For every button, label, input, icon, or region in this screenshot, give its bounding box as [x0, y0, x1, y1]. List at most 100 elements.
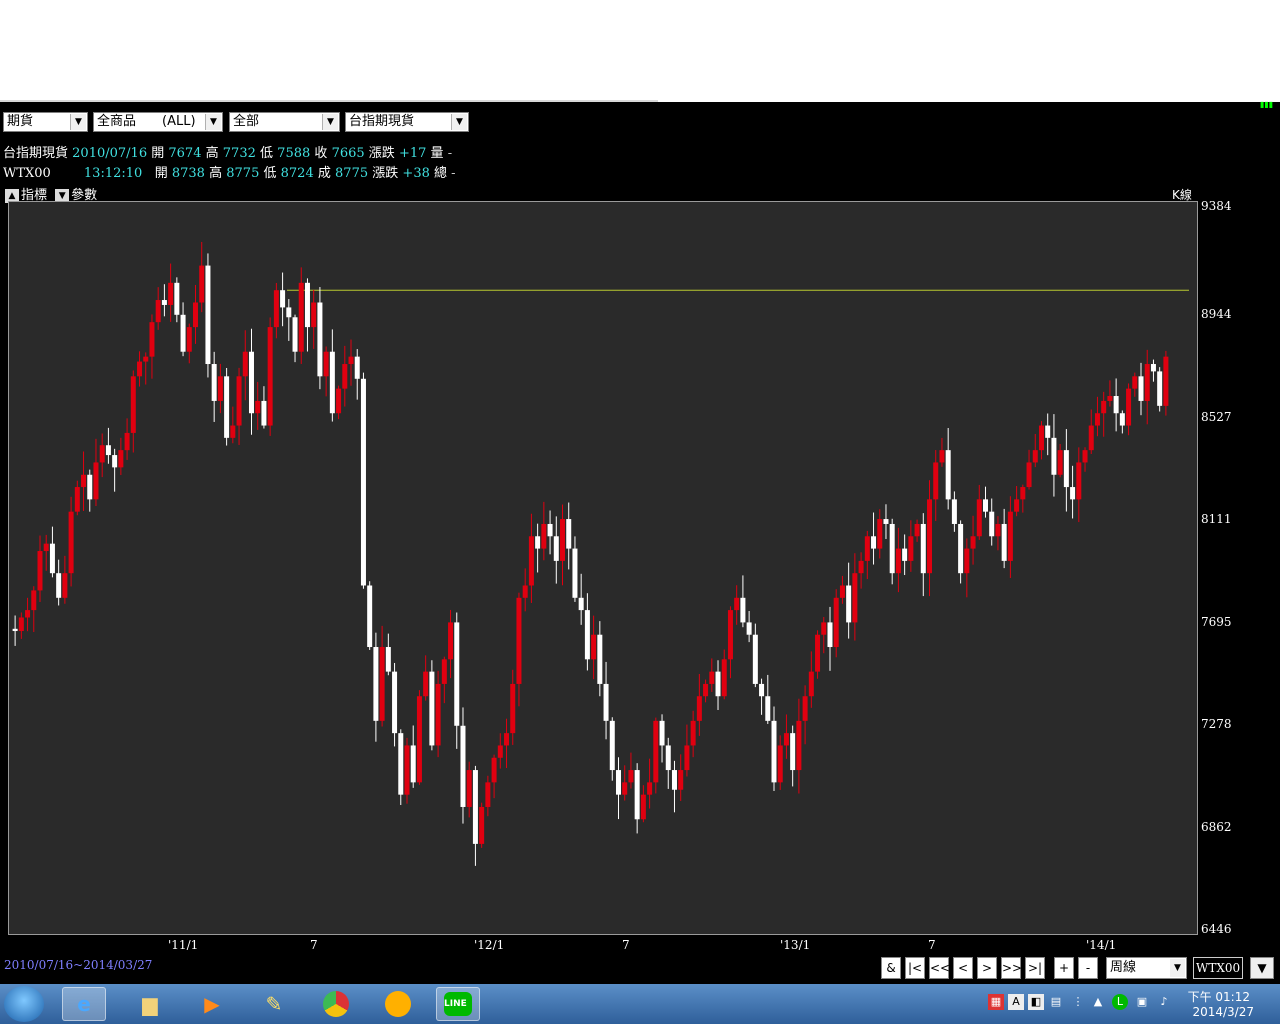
high-label: 高	[209, 166, 223, 181]
product-select[interactable]: 全商品 (ALL) ▼	[93, 112, 223, 132]
quote-name: WTX00	[3, 166, 51, 181]
start-orb-icon[interactable]	[4, 986, 44, 1022]
volume-label: 量	[430, 146, 444, 161]
ime-settings-icon[interactable]: ▤	[1048, 994, 1064, 1010]
low-value: 8724	[280, 166, 314, 181]
candlestick	[472, 765, 478, 866]
y-tick-label: 8944	[1201, 307, 1232, 322]
volume-icon[interactable]: ♪	[1156, 994, 1172, 1010]
media-player-icon[interactable]: ▶	[190, 987, 234, 1021]
clock-date[interactable]: 2014/3/27	[1192, 1005, 1254, 1019]
candlestick	[1070, 465, 1076, 519]
first-button[interactable]: |<	[905, 957, 925, 979]
candlestick	[560, 504, 566, 586]
forward-button[interactable]: >	[977, 957, 997, 979]
market-select[interactable]: 期貨 ▼	[3, 112, 88, 132]
candlestick	[43, 534, 49, 571]
and-button[interactable]: &	[881, 957, 901, 979]
fast-back-button[interactable]: <<	[929, 957, 950, 979]
candlestick	[1026, 449, 1032, 490]
y-tick-label: 8527	[1201, 409, 1232, 424]
candlestick	[995, 516, 1001, 551]
candlestick	[927, 480, 933, 597]
clock-time[interactable]: 下午 01:12	[1188, 988, 1250, 1005]
candlestick	[796, 698, 802, 794]
chart-toolstrip: ▲ 指標 ▼ 參數	[5, 184, 97, 203]
zoom-out-button[interactable]: -	[1078, 957, 1098, 979]
candlestick	[1107, 380, 1113, 407]
candlestick	[62, 555, 68, 604]
candlestick	[939, 437, 945, 467]
candlestick	[951, 491, 957, 532]
candlestick	[211, 351, 217, 422]
show-hidden-icons-icon[interactable]: ▲	[1090, 994, 1106, 1010]
zoom-in-button[interactable]: +	[1054, 957, 1074, 979]
candlestick	[871, 512, 877, 565]
candlestick	[385, 633, 391, 676]
internet-explorer-icon[interactable]: e	[62, 987, 106, 1021]
file-explorer-icon[interactable]: ▆	[128, 987, 172, 1021]
messenger-icon[interactable]	[376, 987, 420, 1021]
chrome-icon[interactable]	[314, 987, 358, 1021]
candlestick	[504, 718, 510, 768]
period-select-value: 周線	[1110, 960, 1137, 975]
dropdown-arrow-icon[interactable]: ▼	[70, 114, 86, 130]
scope-select-value: 全部	[233, 114, 260, 129]
chart-plot-area[interactable]	[8, 201, 1198, 935]
candlestick	[342, 345, 348, 407]
candlestick	[808, 651, 814, 708]
y-tick-label: 6446	[1201, 922, 1232, 936]
close-value: 8775	[335, 166, 369, 181]
candlestick	[908, 520, 914, 572]
scope-select[interactable]: 全部 ▼	[229, 112, 340, 132]
candlestick	[572, 536, 578, 602]
candlestick	[423, 655, 429, 701]
candlestick	[161, 284, 167, 317]
x-tick-label: 7	[622, 938, 630, 952]
candlestick	[448, 609, 454, 679]
dropdown-arrow-icon[interactable]: ▼	[451, 114, 467, 130]
candlestick	[1076, 447, 1082, 523]
candlestick	[653, 717, 659, 794]
candlestick	[329, 329, 335, 422]
last-button[interactable]: >|	[1025, 957, 1045, 979]
candlestick	[1132, 372, 1138, 397]
candlestick	[858, 552, 864, 589]
symbol-select[interactable]: 台指期現貨 ▼	[345, 112, 469, 132]
candlestick	[174, 277, 180, 323]
candlestick	[647, 758, 653, 809]
candlestick	[510, 669, 516, 745]
candlestick	[81, 451, 87, 512]
candlestick	[1001, 508, 1007, 569]
desktop-blank-area	[0, 0, 1280, 102]
ime-mode-icon[interactable]: A	[1008, 994, 1024, 1010]
candlestick	[31, 586, 37, 633]
ime-options-icon[interactable]: ⋮	[1070, 994, 1086, 1010]
dropdown-arrow-icon[interactable]: ▼	[205, 114, 221, 130]
period-select[interactable]: 周線 ▼	[1106, 957, 1187, 979]
low-value: 7588	[277, 146, 311, 161]
candlestick	[137, 351, 143, 387]
candlestick	[902, 534, 908, 576]
fast-forward-button[interactable]: >>	[1001, 957, 1022, 979]
ime-width-icon[interactable]: ◧	[1028, 994, 1044, 1010]
network-icon[interactable]: ▣	[1134, 994, 1150, 1010]
candlestick	[877, 509, 883, 559]
back-button[interactable]: <	[953, 957, 973, 979]
input-method-icon[interactable]: ▦	[988, 994, 1004, 1010]
paint-tool-icon[interactable]: ✎	[252, 987, 296, 1021]
candlestick	[273, 282, 279, 339]
candlestick	[522, 568, 528, 612]
candlestick	[752, 623, 758, 688]
candlestick	[149, 314, 155, 379]
more-options-button[interactable]: ▼	[1250, 957, 1274, 979]
candlestick	[821, 616, 827, 654]
line-icon[interactable]: LINE	[436, 987, 480, 1021]
candlestick	[1082, 447, 1088, 472]
line-tray-icon[interactable]: L	[1112, 994, 1128, 1010]
dropdown-arrow-icon[interactable]: ▼	[322, 114, 338, 130]
symbol-input[interactable]: WTX00	[1193, 957, 1243, 979]
dropdown-arrow-icon[interactable]: ▼	[1170, 959, 1185, 977]
candlestick	[323, 346, 329, 397]
candlestick	[130, 370, 136, 453]
